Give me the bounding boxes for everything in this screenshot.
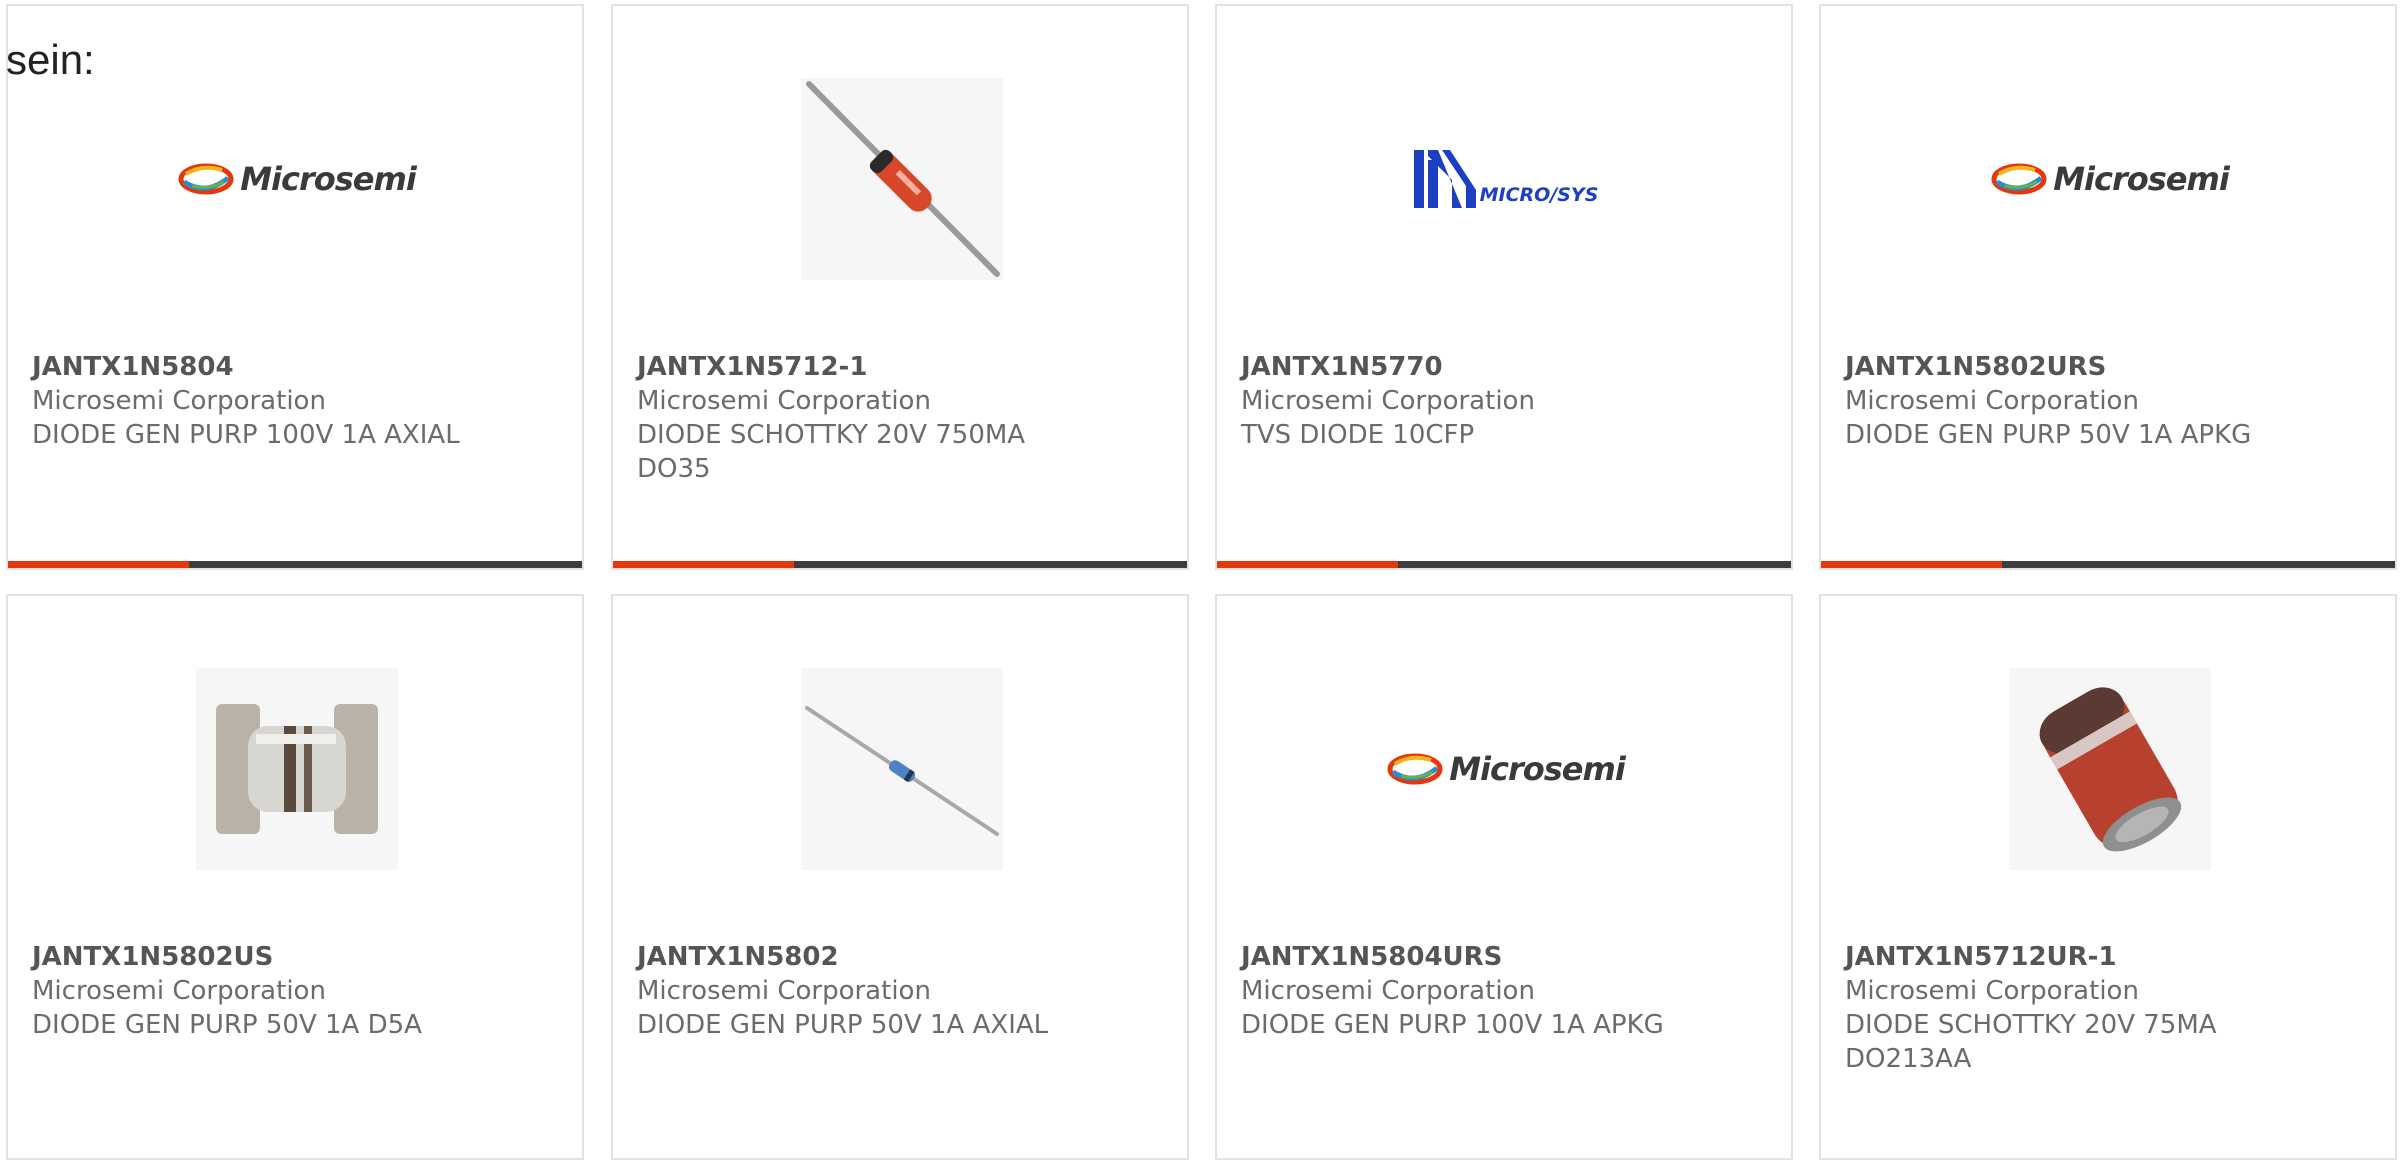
- manufacturer: Microsemi Corporation: [637, 976, 931, 1006]
- product-image[interactable]: MICRO/SYS: [1405, 78, 1607, 280]
- description: DIODE GEN PURP 50V 1A APKG: [1845, 420, 2252, 450]
- description: DIODE GEN PURP 100V 1A AXIAL: [32, 420, 460, 450]
- part-number[interactable]: JANTX1N5802: [637, 940, 1157, 974]
- part-number[interactable]: JANTX1N5802US: [32, 940, 552, 974]
- product-card[interactable]: JANTX1N5712-1 Microsemi Corporation DIOD…: [611, 4, 1189, 570]
- description: DIODE GEN PURP 50V 1A AXIAL: [637, 1010, 1049, 1040]
- part-number[interactable]: JANTX1N5712-1: [637, 350, 1157, 384]
- product-image[interactable]: Microsemi: [1387, 668, 1626, 870]
- product-card[interactable]: MICRO/SYS JANTX1N5770 Microsemi Corporat…: [1215, 4, 1793, 570]
- product-info: JANTX1N5770 Microsemi Corporation TVS DI…: [1241, 350, 1761, 452]
- description: DIODE GEN PURP 50V 1A D5A: [32, 1010, 422, 1040]
- logo-text: MICRO/SYS: [1479, 184, 1599, 206]
- part-number[interactable]: JANTX1N5712UR-1: [1845, 940, 2365, 974]
- card-bar: [613, 561, 1187, 568]
- part-number[interactable]: JANTX1N5804: [32, 350, 552, 384]
- product-info: JANTX1N5802URS Microsemi Corporation DIO…: [1845, 350, 2365, 452]
- smd-d5a-diode-photo: [216, 704, 378, 834]
- axial-diode-photo: [805, 706, 999, 836]
- product-info: JANTX1N5804 Microsemi Corporation DIODE …: [32, 350, 552, 452]
- logo-text: Microsemi: [2053, 160, 2230, 198]
- card-bar: [1821, 561, 2395, 568]
- logo-text: Microsemi: [1449, 750, 1626, 788]
- manufacturer: Microsemi Corporation: [32, 976, 326, 1006]
- microsemi-logo: Microsemi: [1991, 160, 2230, 198]
- product-image[interactable]: Microsemi: [178, 78, 417, 280]
- description: DIODE GEN PURP 100V 1A APKG: [1241, 1010, 1664, 1040]
- description: TVS DIODE 10CFP: [1241, 420, 1475, 450]
- microsemi-logo: Microsemi: [1387, 750, 1626, 788]
- intro-text: sein:: [6, 36, 95, 83]
- microsemi-logo: Microsemi: [178, 160, 417, 198]
- card-bar-accent: [1217, 561, 1398, 568]
- product-card[interactable]: Microsemi JANTX1N5804URS Microsemi Corpo…: [1215, 594, 1793, 1160]
- manufacturer: Microsemi Corporation: [1241, 386, 1535, 416]
- manufacturer: Microsemi Corporation: [1845, 386, 2139, 416]
- product-card[interactable]: Microsemi JANTX1N5804 Microsemi Corporat…: [6, 4, 584, 570]
- product-image[interactable]: [196, 668, 398, 870]
- description: DIODE SCHOTTKY 20V 75MA DO213AA: [1845, 1010, 2217, 1074]
- product-info: JANTX1N5712UR-1 Microsemi Corporation DI…: [1845, 940, 2365, 1076]
- product-image[interactable]: Microsemi: [1991, 78, 2230, 280]
- product-card[interactable]: JANTX1N5712UR-1 Microsemi Corporation DI…: [1819, 594, 2397, 1160]
- manufacturer: Microsemi Corporation: [637, 386, 931, 416]
- axial-glass-diode-photo: [806, 81, 1000, 277]
- manufacturer: Microsemi Corporation: [1845, 976, 2139, 1006]
- product-info: JANTX1N5804URS Microsemi Corporation DIO…: [1241, 940, 1761, 1042]
- product-image[interactable]: [801, 668, 1003, 870]
- part-number[interactable]: JANTX1N5804URS: [1241, 940, 1761, 974]
- card-bar: [8, 561, 582, 568]
- description: DIODE SCHOTTKY 20V 750MA DO35: [637, 420, 1026, 484]
- card-bar-accent: [613, 561, 794, 568]
- product-info: JANTX1N5712-1 Microsemi Corporation DIOD…: [637, 350, 1157, 486]
- part-number[interactable]: JANTX1N5802URS: [1845, 350, 2365, 384]
- product-grid: Microsemi JANTX1N5804 Microsemi Corporat…: [0, 0, 2400, 1160]
- card-bar: [1217, 561, 1791, 568]
- logo-text: Microsemi: [240, 160, 417, 198]
- part-number[interactable]: JANTX1N5770: [1241, 350, 1761, 384]
- product-card[interactable]: JANTX1N5802 Microsemi Corporation DIODE …: [611, 594, 1189, 1160]
- product-card[interactable]: Microsemi JANTX1N5802URS Microsemi Corpo…: [1819, 4, 2397, 570]
- card-bar-accent: [1821, 561, 2002, 568]
- microsys-logo: MICRO/SYS: [1413, 150, 1599, 208]
- product-info: JANTX1N5802US Microsemi Corporation DIOD…: [32, 940, 552, 1042]
- product-info: JANTX1N5802 Microsemi Corporation DIODE …: [637, 940, 1157, 1042]
- product-card[interactable]: JANTX1N5802US Microsemi Corporation DIOD…: [6, 594, 584, 1160]
- melf-diode-photo: [2039, 687, 2182, 852]
- product-image[interactable]: [2009, 668, 2211, 870]
- manufacturer: Microsemi Corporation: [32, 386, 326, 416]
- product-image[interactable]: [801, 78, 1003, 280]
- manufacturer: Microsemi Corporation: [1241, 976, 1535, 1006]
- card-bar-accent: [8, 561, 189, 568]
